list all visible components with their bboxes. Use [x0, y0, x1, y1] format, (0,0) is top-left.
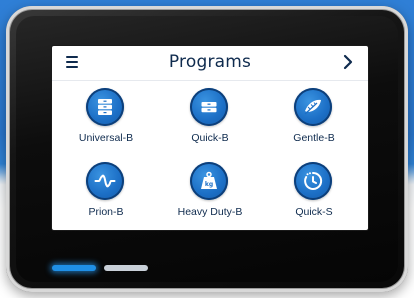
- weight-icon: kg: [190, 162, 228, 200]
- page-title: Programs: [168, 52, 252, 72]
- page-indicator-active[interactable]: [52, 265, 96, 271]
- quick-load-icon: [190, 88, 228, 126]
- program-label: Quick-S: [295, 206, 333, 218]
- program-tile-heavy-duty-b[interactable]: kg Heavy Duty-B: [158, 158, 262, 226]
- program-label: Universal-B: [78, 132, 134, 144]
- program-label: Heavy Duty-B: [177, 206, 243, 218]
- svg-text:kg: kg: [205, 181, 213, 188]
- prion-wave-icon: [86, 162, 124, 200]
- program-tile-quick-b[interactable]: Quick-B: [158, 84, 262, 152]
- program-grid: Universal-B Quick-B Gentle-B Prion-B kg …: [52, 84, 368, 230]
- page-indicator-inactive[interactable]: [104, 265, 148, 271]
- program-tile-quick-s[interactable]: Quick-S: [262, 158, 366, 226]
- program-label: Prion-B: [88, 206, 124, 218]
- feather-icon: [294, 88, 332, 126]
- universal-load-icon: [86, 88, 124, 126]
- chevron-right-icon[interactable]: [340, 52, 356, 72]
- program-tile-gentle-b[interactable]: Gentle-B: [262, 84, 366, 152]
- stopwatch-icon: [294, 162, 332, 200]
- program-label: Quick-B: [191, 132, 229, 144]
- top-bar: Programs: [52, 46, 368, 81]
- program-tile-prion-b[interactable]: Prion-B: [54, 158, 158, 226]
- program-tile-universal-b[interactable]: Universal-B: [54, 84, 158, 152]
- program-label: Gentle-B: [293, 132, 335, 144]
- touch-screen: Programs Universal-B Quick-B Gentle-B Pr…: [52, 46, 368, 230]
